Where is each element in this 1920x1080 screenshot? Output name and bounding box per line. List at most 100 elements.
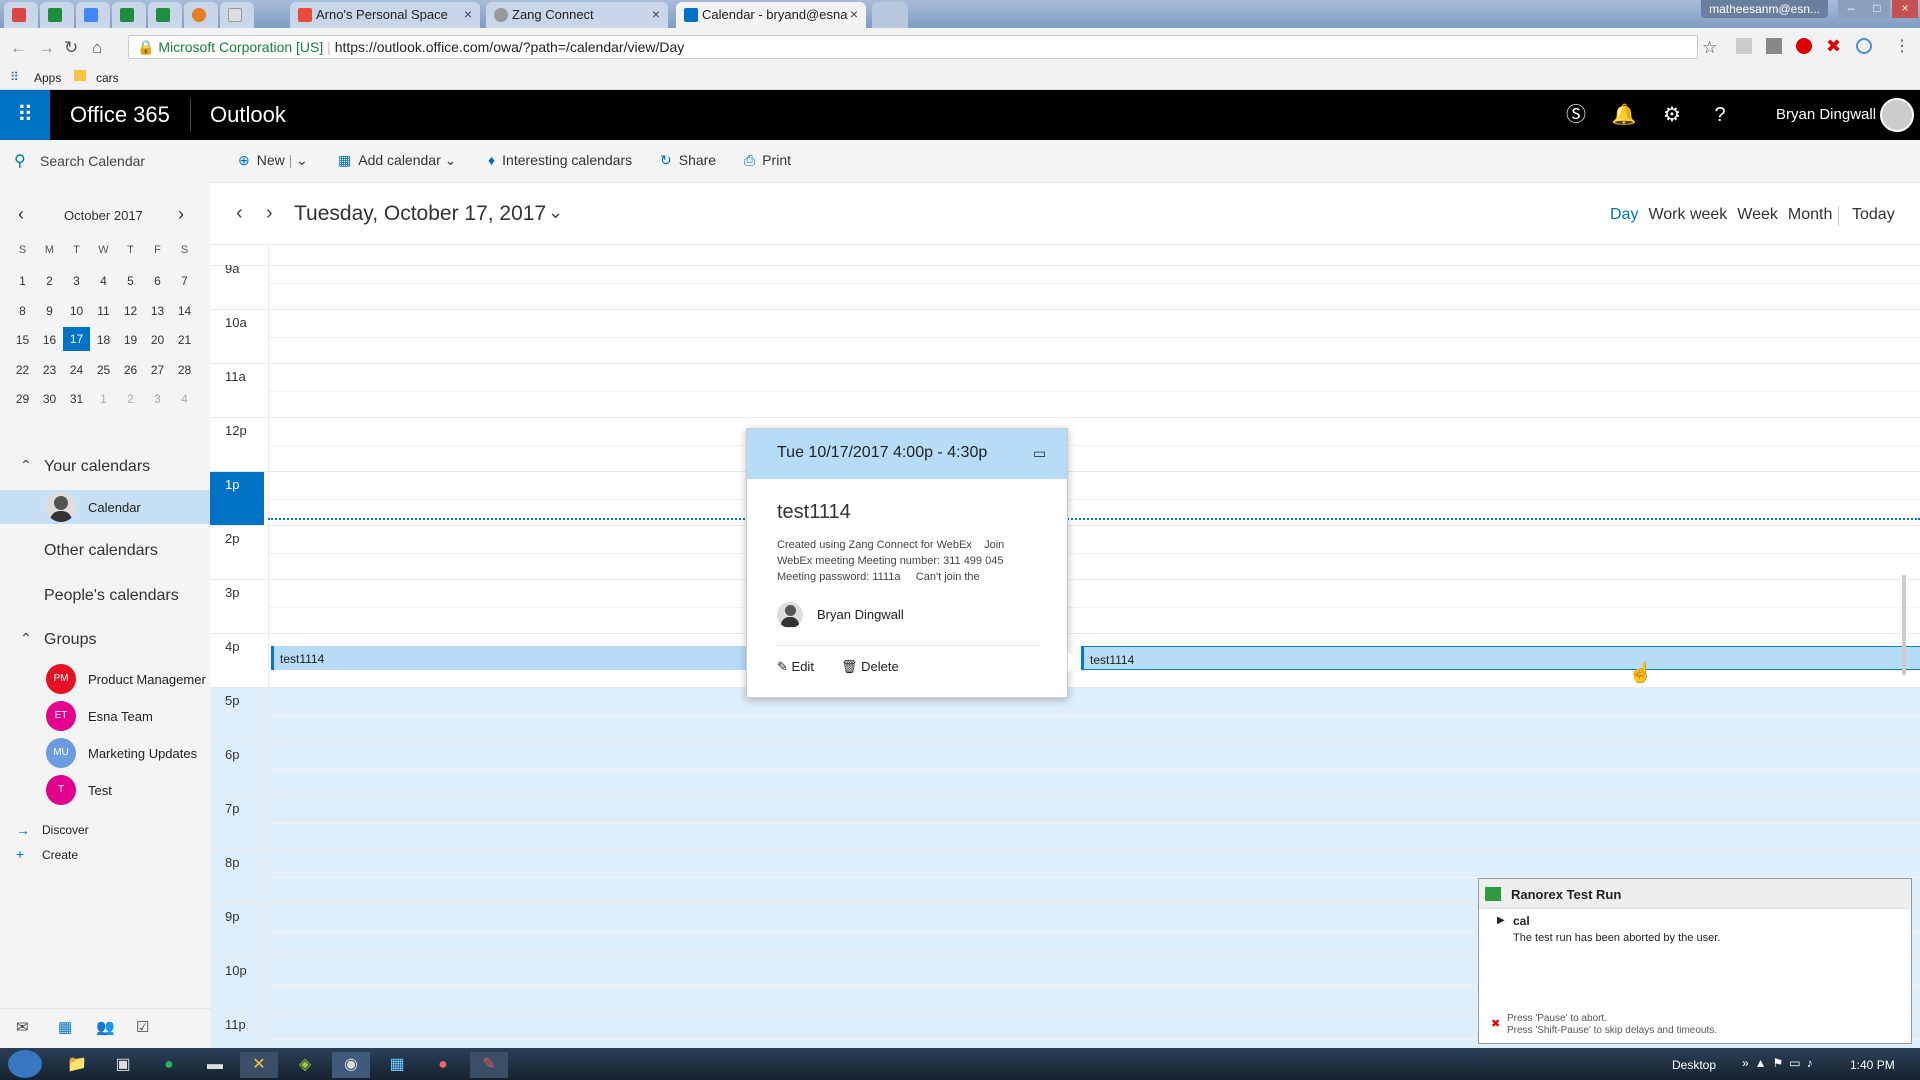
spotify-icon[interactable]: ● [150, 1052, 188, 1078]
mini-day[interactable]: 3 [63, 274, 90, 288]
mini-day[interactable]: 5 [117, 274, 144, 288]
chrome-icon[interactable]: ◉ [332, 1052, 370, 1078]
share-button[interactable]: ↻ Share [660, 152, 716, 169]
new-tab-button[interactable] [872, 2, 908, 28]
mini-day[interactable]: 6 [144, 274, 171, 288]
extension-icon[interactable] [1736, 38, 1752, 54]
url-bar[interactable]: 🔒 Microsoft Corporation [US] | https://o… [128, 35, 1698, 59]
mini-day[interactable]: 14 [171, 304, 198, 318]
app-name[interactable]: Outlook [210, 102, 286, 128]
sheets-tab[interactable] [40, 2, 74, 28]
view-mode-work-week[interactable]: Work week [1648, 206, 1727, 223]
search-box[interactable]: ⚲ Search Calendar [0, 140, 210, 183]
app-icon[interactable]: ✕ [240, 1052, 278, 1078]
tab-zang-connect[interactable]: Zang Connect × [486, 2, 668, 28]
mini-day[interactable]: 31 [63, 392, 90, 406]
tab-arnos-space[interactable]: Arno's Personal Space × [290, 2, 480, 28]
view-mode-week[interactable]: Week [1737, 206, 1778, 223]
menu-icon[interactable]: ⋮ [1894, 36, 1910, 56]
app-tab[interactable] [184, 2, 218, 28]
mini-day[interactable]: 1 [9, 274, 36, 288]
bookmark-star-icon[interactable]: ☆ [1702, 38, 1717, 58]
hour-row[interactable]: 11a [210, 363, 1920, 417]
mini-day[interactable]: 11 [90, 304, 117, 318]
add-calendar-button[interactable]: ▦ Add calendar ⌄ [338, 152, 456, 169]
forward-icon[interactable]: → [38, 38, 55, 58]
date-title[interactable]: Tuesday, October 17, 2017 [294, 202, 546, 226]
firefox-icon[interactable]: ● [424, 1052, 462, 1078]
calendar-icon[interactable]: ▦ [58, 1018, 72, 1036]
app-icon[interactable]: ▣ [104, 1052, 142, 1078]
interesting-calendars-button[interactable]: ♦ Interesting calendars [488, 152, 632, 168]
collapse-your-calendars-icon[interactable]: ⌃ [20, 457, 32, 474]
group-item[interactable]: Test [88, 783, 112, 798]
peoples-calendars-link[interactable]: People's calendars [44, 587, 179, 605]
opera-icon[interactable] [1796, 38, 1812, 54]
gmail-tab[interactable] [4, 2, 38, 28]
people-icon[interactable]: 👥 [96, 1018, 115, 1036]
mini-month-title[interactable]: October 2017 [64, 208, 143, 223]
expand-icon[interactable]: ▶ [1497, 915, 1505, 926]
event-block-selected[interactable]: test1114 [1081, 646, 1920, 670]
extension-x-icon[interactable]: ✖ [1826, 36, 1841, 57]
cmd-icon[interactable]: ▬ [196, 1052, 234, 1078]
your-calendars-heading[interactable]: Your calendars [44, 458, 150, 476]
maximize-button[interactable]: □ [1864, 0, 1890, 18]
mini-day[interactable]: 30 [36, 392, 63, 406]
mini-day[interactable]: 2 [36, 274, 63, 288]
edit-button[interactable]: ✎ Edit [777, 659, 814, 675]
mini-day[interactable]: 28 [171, 363, 198, 377]
mini-prev-month-icon[interactable]: ‹ [18, 204, 24, 225]
desktop-toolbar[interactable]: Desktop [1672, 1058, 1716, 1072]
other-calendars-link[interactable]: Other calendars [44, 542, 158, 560]
mini-day[interactable]: 19 [117, 333, 144, 347]
group-item[interactable]: Product Managemer [88, 672, 206, 687]
sheets-tab-3[interactable] [148, 2, 182, 28]
app-icon[interactable]: ▦ [378, 1052, 416, 1078]
view-mode-day[interactable]: Day [1610, 206, 1638, 223]
back-icon[interactable]: ← [10, 38, 27, 58]
help-icon[interactable]: ? [1696, 90, 1744, 140]
app-icon[interactable]: ◈ [286, 1052, 324, 1078]
today-button[interactable]: Today [1852, 206, 1895, 224]
mini-day[interactable]: 9 [36, 304, 63, 318]
bell-icon[interactable]: 🔔 [1600, 90, 1648, 140]
hour-row[interactable]: 10a [210, 309, 1920, 363]
close-tab-icon[interactable]: × [850, 6, 858, 22]
mini-next-month-icon[interactable]: › [178, 204, 184, 225]
organizer-name[interactable]: Bryan Dingwall [817, 607, 904, 622]
mini-day[interactable]: 24 [63, 363, 90, 377]
next-day-icon[interactable]: › [266, 202, 273, 225]
mini-day[interactable]: 18 [90, 333, 117, 347]
mini-day[interactable]: 25 [90, 363, 117, 377]
bookmark-cars[interactable]: cars [96, 71, 119, 85]
print-button[interactable]: ⎙ Print [744, 152, 791, 169]
tasks-icon[interactable]: ☑ [136, 1018, 149, 1036]
open-event-icon[interactable]: ▭ [1033, 445, 1046, 462]
app-launcher-icon[interactable]: ⠿ [0, 90, 50, 140]
close-tab-icon[interactable]: × [464, 6, 472, 22]
mini-day[interactable]: 10 [63, 304, 90, 318]
tray-icons[interactable]: »▲⚑▭♪ [1742, 1056, 1819, 1070]
explorer-icon[interactable]: 📁 [58, 1052, 96, 1078]
clock[interactable]: 1:40 PM [1850, 1058, 1895, 1072]
mail-icon[interactable]: ✉ [16, 1018, 29, 1036]
ranorex-item[interactable]: cal [1513, 914, 1530, 928]
hour-row[interactable]: 7p [210, 795, 1920, 849]
prev-day-icon[interactable]: ‹ [236, 202, 243, 225]
mini-day[interactable]: 8 [9, 304, 36, 318]
mini-day[interactable]: 16 [36, 333, 63, 347]
group-item[interactable]: Esna Team [88, 709, 153, 724]
apps-grid-icon[interactable]: ⠿ [10, 70, 19, 84]
mini-day[interactable]: 1 [90, 392, 117, 406]
mini-day[interactable]: 21 [171, 333, 198, 347]
mini-day[interactable]: 13 [144, 304, 171, 318]
collapse-groups-icon[interactable]: ⌃ [20, 630, 32, 647]
mini-day[interactable]: 4 [171, 392, 198, 406]
extension-icon[interactable] [1856, 38, 1872, 54]
event-block[interactable]: test1114 [271, 646, 751, 670]
mini-day[interactable]: 12 [117, 304, 144, 318]
start-button[interactable] [8, 1050, 42, 1078]
bookmark-apps[interactable]: Apps [34, 71, 61, 85]
close-window-button[interactable]: × [1892, 0, 1918, 18]
